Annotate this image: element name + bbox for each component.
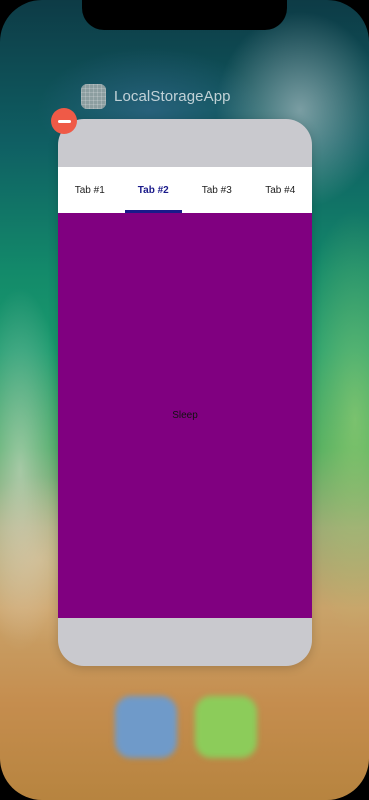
app-icon: [81, 84, 106, 109]
close-app-button[interactable]: [51, 108, 77, 134]
dock-app-icon: [115, 696, 177, 758]
app-title: LocalStorageApp: [114, 88, 231, 105]
tab-content: Sleep: [58, 213, 312, 618]
app-card[interactable]: Tab #1 Tab #2 Tab #3 Tab #4 Sleep: [58, 119, 312, 666]
tab-1[interactable]: Tab #1: [58, 167, 122, 213]
minus-icon: [57, 119, 71, 123]
app-switcher-header: LocalStorageApp: [81, 84, 231, 109]
tab-2[interactable]: Tab #2: [122, 167, 186, 213]
dock-app-icon: [195, 696, 257, 758]
content-label: Sleep: [172, 410, 198, 421]
tab-bar: Tab #1 Tab #2 Tab #3 Tab #4: [58, 167, 312, 213]
tab-3[interactable]: Tab #3: [185, 167, 249, 213]
device-notch: [82, 0, 287, 30]
tab-4[interactable]: Tab #4: [249, 167, 313, 213]
app-switcher-screen: LocalStorageApp Tab #1 Tab #2 Tab #3 Tab…: [0, 0, 369, 800]
